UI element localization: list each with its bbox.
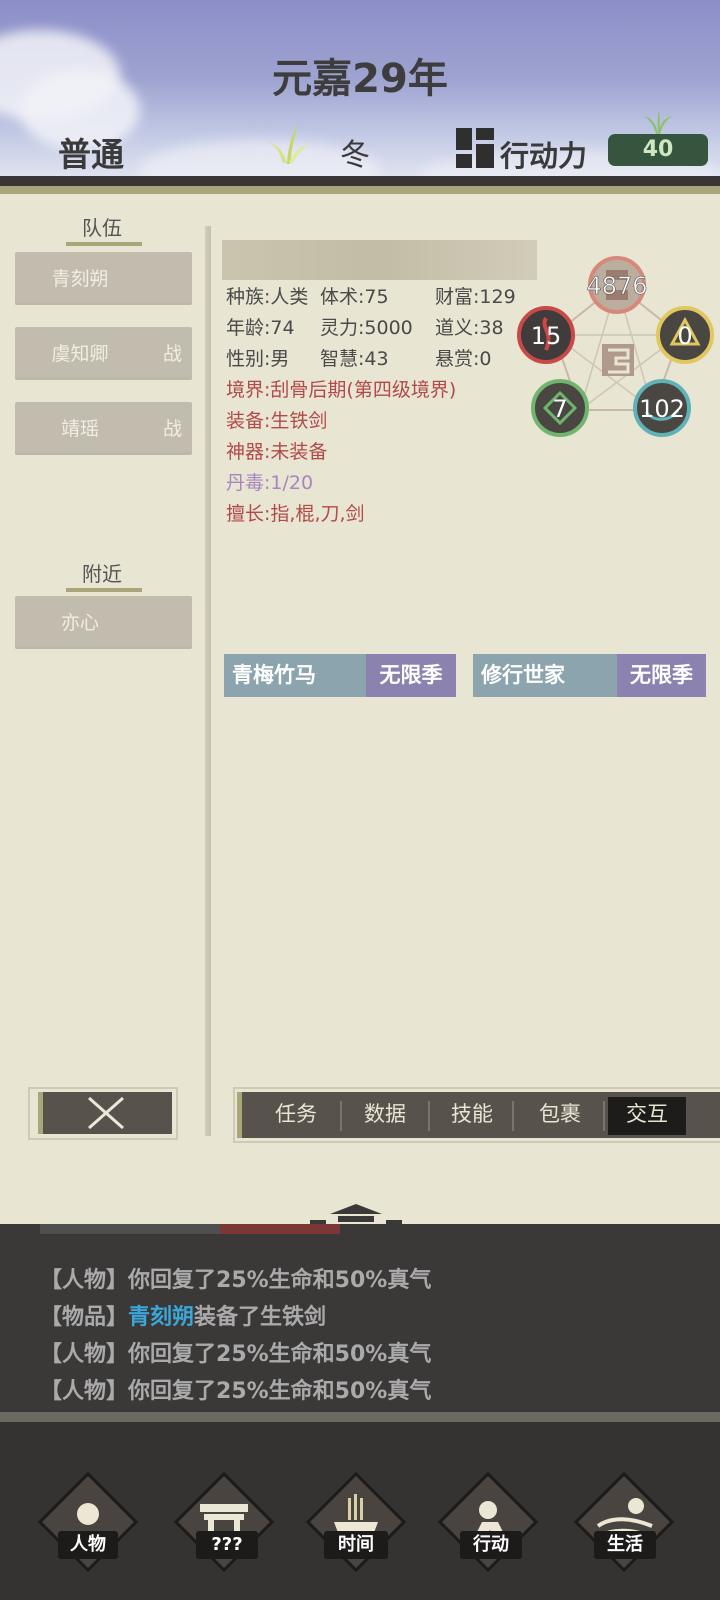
close-icon [88,1096,124,1130]
year-title: 元嘉29年 [272,56,448,102]
stat-equipment: 装备:生铁剑 [226,410,328,432]
stat-realm: 境界:刮骨后期(第四级境界) [226,379,457,401]
header-divider [0,186,720,194]
log-line: 【人物】你回复了25%生命和50%真气 [40,1262,431,1294]
team-member-name: 虞知卿 [51,343,109,365]
log-tag: 【人物】 [40,1379,129,1404]
log-text: 你回复了25%生命和50%真气 [128,1379,432,1404]
log-tag: 【人物】 [40,1268,129,1293]
nearby-person-name: 亦心 [60,612,99,634]
nav-time-label[interactable]: 时间 [324,1531,388,1559]
difficulty-mode: 普通 [58,135,124,174]
log-text: 装备了生铁剑 [194,1305,327,1330]
log-divider [0,1412,720,1422]
expand-log-icon[interactable] [308,1198,404,1226]
stat-pill-poison: 丹毒:1/20 [226,472,314,494]
log-text: 你回复了25%生命和50%真气 [128,1268,432,1293]
log-line: 【人物】你回复了25%生命和50%真气 [40,1336,431,1368]
panel-divider [205,226,211,1136]
tab-inventory[interactable]: 包裹 [517,1098,603,1128]
trait-1-duration: 无限季 [366,654,456,697]
nav-action-label[interactable]: 行动 [460,1531,522,1559]
element-right-value: 0 [677,322,692,350]
trait-1[interactable]: 青梅竹马 [224,654,366,697]
log-text: 你回复了25%生命和50%真气 [128,1342,432,1367]
tab-separator [512,1101,514,1131]
element-left-value: 15 [531,322,562,350]
stat-body: 体术:75 [320,286,389,308]
stat-gender: 性别:男 [226,348,290,370]
element-top-value: 4876 [586,272,647,300]
log-tag: 【人物】 [40,1342,129,1367]
action-power-icon [456,128,494,168]
log-tag: 【物品】 [40,1305,129,1330]
element-bottom-left-value: 7 [552,395,567,423]
nearby-person-1[interactable]: 亦心 [15,596,192,646]
nearby-title-underline [66,588,142,592]
stat-artifact: 神器:未装备 [226,441,328,463]
team-member-3[interactable]: 靖瑶 战 [15,402,192,452]
character-name-bar [222,240,537,280]
five-elements-chart: 4876 15 0 7 102 [517,256,714,437]
team-title-underline [66,242,142,246]
nearby-title: 附近 [82,562,122,586]
stat-wisdom: 智慧:43 [320,348,389,370]
stat-wealth: 财富:129 [435,286,516,308]
season-plant-icon [268,124,308,164]
action-power-label: 行动力 [500,139,588,173]
tab-quest[interactable]: 任务 [253,1098,339,1128]
stat-righteous: 道义:38 [435,317,504,339]
stat-spirit: 灵力:5000 [320,317,413,339]
stat-age: 年龄:74 [226,317,295,339]
log-character-name[interactable]: 青刻朔 [128,1305,194,1330]
element-bottom-right-value: 102 [639,395,685,423]
action-power-value: 40 [608,134,708,166]
tab-skills[interactable]: 技能 [429,1098,515,1128]
center-seal-icon [602,344,634,376]
nav-unknown-label[interactable]: ??? [196,1531,258,1559]
tab-interact[interactable]: 交互 [604,1098,690,1128]
nav-character-label[interactable]: 人物 [58,1531,118,1559]
log-line-partial [40,1224,340,1234]
team-member-name: 青刻朔 [51,268,109,290]
tab-data[interactable]: 数据 [342,1098,428,1128]
battle-tag: 战 [162,343,182,365]
battle-tag: 战 [162,418,182,440]
stat-race: 种族:人类 [226,286,309,308]
season-label: 冬 [340,138,370,173]
log-line: 【人物】你回复了25%生命和50%真气 [40,1373,431,1405]
team-member-1[interactable]: 青刻朔 [15,252,192,302]
stat-bounty: 悬赏:0 [435,348,492,370]
team-title: 队伍 [82,216,122,240]
stat-specialty: 擅长:指,棍,刀,剑 [226,503,365,525]
team-member-name: 靖瑶 [60,418,99,440]
trait-2[interactable]: 修行世家 [473,654,617,697]
log-line: 【物品】青刻朔装备了生铁剑 [40,1299,326,1331]
team-member-2[interactable]: 虞知卿 战 [15,327,192,377]
leaf-icon [644,110,672,134]
close-button[interactable] [38,1092,172,1134]
nav-life-label[interactable]: 生活 [594,1531,656,1559]
trait-2-duration: 无限季 [617,654,706,697]
